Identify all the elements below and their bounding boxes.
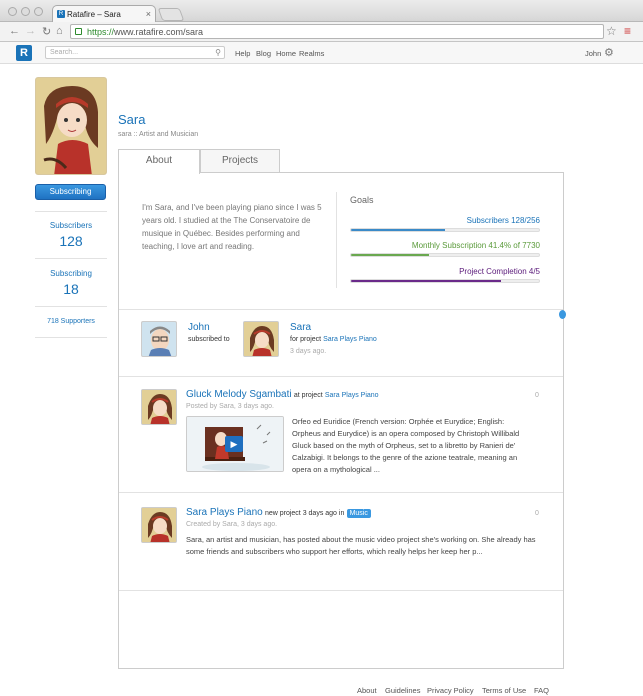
- activity-project-link[interactable]: Sara Plays Piano: [323, 336, 377, 343]
- profile-tagline: sara :: Artist and Musician: [118, 131, 199, 138]
- menu-icon[interactable]: ≡: [624, 24, 631, 38]
- minimize-window-button[interactable]: [21, 7, 30, 16]
- forward-arrow-icon[interactable]: →: [25, 25, 36, 37]
- activity-verb: subscribed to: [188, 336, 230, 343]
- divider: [119, 376, 563, 377]
- category-badge[interactable]: Music: [346, 509, 371, 518]
- browser-tab[interactable]: R Ratafire – Sara ×: [52, 5, 156, 23]
- nav-blog[interactable]: Blog: [256, 49, 271, 58]
- tab-projects[interactable]: Projects: [200, 149, 280, 173]
- tab-title: Ratafire – Sara: [67, 10, 121, 19]
- feed-item-comment-count[interactable]: 0: [535, 392, 539, 399]
- goal-progress-completion: [350, 279, 540, 283]
- divider: [119, 309, 563, 310]
- goal-label-monthly: Monthly Subscription 41.4% of 7730: [411, 241, 540, 250]
- avatar-sara[interactable]: [141, 507, 177, 543]
- site-header: R Search... ⚲ Help Blog Home Realms John…: [0, 42, 643, 64]
- nav-help[interactable]: Help: [235, 49, 250, 58]
- divider: [35, 306, 107, 307]
- feed-item-header: Gluck Melody Sgambati at project Sara Pl…: [186, 389, 379, 400]
- new-tab-button[interactable]: [157, 8, 185, 21]
- back-arrow-icon[interactable]: ←: [9, 25, 20, 37]
- feed-item-project-link[interactable]: Sara Plays Piano: [325, 392, 379, 399]
- feed-item-meta: Posted by Sara, 3 days ago.: [186, 403, 274, 410]
- close-window-button[interactable]: [8, 7, 17, 16]
- avatar-john[interactable]: [141, 321, 177, 357]
- url-text: www.ratafire.com/sara: [114, 27, 204, 37]
- feed-item-comment-count[interactable]: 0: [535, 510, 539, 517]
- supporters-link[interactable]: 718 Supporters: [35, 318, 107, 325]
- footer-about[interactable]: About: [357, 686, 377, 695]
- zoom-window-button[interactable]: [34, 7, 43, 16]
- home-icon[interactable]: ⌂: [56, 25, 63, 37]
- feed-item-meta: Created by Sara, 3 days ago.: [186, 521, 278, 528]
- scroll-marker-icon[interactable]: [559, 310, 566, 319]
- divider: [35, 211, 107, 212]
- divider: [35, 258, 107, 259]
- profile-name: Sara: [118, 112, 146, 127]
- feed-item-body: Orfeo ed Euridice (French version: Orphé…: [292, 417, 520, 474]
- footer-privacy[interactable]: Privacy Policy: [427, 686, 474, 695]
- goal-label-completion: Project Completion 4/5: [459, 267, 540, 276]
- gear-icon[interactable]: ⚙: [604, 46, 614, 59]
- play-icon[interactable]: ▶: [225, 436, 243, 452]
- feed-item-prefix: new project 3 days ago in: [264, 510, 345, 517]
- feed-item-title[interactable]: Sara Plays Piano: [186, 507, 263, 518]
- goal-progress-monthly: [350, 253, 540, 257]
- favicon-icon: R: [57, 10, 65, 18]
- url-scheme: https://: [87, 27, 115, 37]
- feed-item-body: Sara, an artist and musician, has posted…: [186, 535, 536, 556]
- search-icon[interactable]: ⚲: [215, 48, 221, 57]
- about-text: I'm Sara, and I've been playing piano si…: [142, 203, 322, 251]
- activity-project-line: for project Sara Plays Piano: [290, 336, 377, 343]
- activity-user1[interactable]: John: [188, 322, 210, 333]
- divider: [35, 337, 107, 338]
- close-tab-icon[interactable]: ×: [146, 9, 151, 19]
- profile-avatar[interactable]: [35, 77, 107, 175]
- footer-terms[interactable]: Terms of Use: [482, 686, 526, 695]
- activity-user2[interactable]: Sara: [290, 322, 311, 333]
- nav-realms[interactable]: Realms: [299, 49, 324, 58]
- window-titlebar: R Ratafire – Sara ×: [0, 0, 643, 23]
- footer-faq[interactable]: FAQ: [534, 686, 549, 695]
- video-thumbnail[interactable]: ▶: [186, 416, 284, 472]
- goals-title: Goals: [350, 195, 374, 205]
- divider: [119, 492, 563, 493]
- subscribing-count[interactable]: 18: [35, 281, 107, 297]
- subscribers-count[interactable]: 128: [35, 233, 107, 249]
- activity-time: 3 days ago.: [290, 348, 327, 355]
- divider: [119, 590, 563, 591]
- subscribing-button[interactable]: Subscribing: [35, 184, 106, 200]
- activity-project-prefix: for project: [290, 336, 322, 343]
- subscribing-label[interactable]: Subscribing: [35, 269, 107, 278]
- search-placeholder: Search...: [50, 49, 79, 56]
- divider: [336, 192, 337, 288]
- tab-about[interactable]: About: [118, 149, 200, 174]
- feed-item-prefix: at project: [293, 392, 323, 399]
- avatar-sara[interactable]: [141, 389, 177, 425]
- lock-icon: [75, 28, 82, 35]
- search-input[interactable]: Search... ⚲: [45, 46, 225, 59]
- bookmark-star-icon[interactable]: ☆: [606, 24, 617, 38]
- avatar-sara[interactable]: [243, 321, 279, 357]
- goal-progress-subscribers: [350, 228, 540, 232]
- goal-label-subscribers: Subscribers 128/256: [466, 216, 540, 225]
- footer-guidelines[interactable]: Guidelines: [385, 686, 420, 695]
- browser-toolbar: ← → ↻ ⌂ https://www.ratafire.com/sara ☆ …: [0, 22, 643, 42]
- user-menu[interactable]: John: [585, 49, 601, 58]
- feed-item-title[interactable]: Gluck Melody Sgambati: [186, 389, 292, 400]
- address-bar[interactable]: https://www.ratafire.com/sara: [70, 24, 604, 39]
- nav-home[interactable]: Home: [276, 49, 296, 58]
- subscribers-label[interactable]: Subscribers: [35, 221, 107, 230]
- ratafire-logo[interactable]: R: [16, 45, 32, 61]
- reload-icon[interactable]: ↻: [42, 25, 51, 38]
- feed-item-header: Sara Plays Piano new project 3 days ago …: [186, 507, 371, 518]
